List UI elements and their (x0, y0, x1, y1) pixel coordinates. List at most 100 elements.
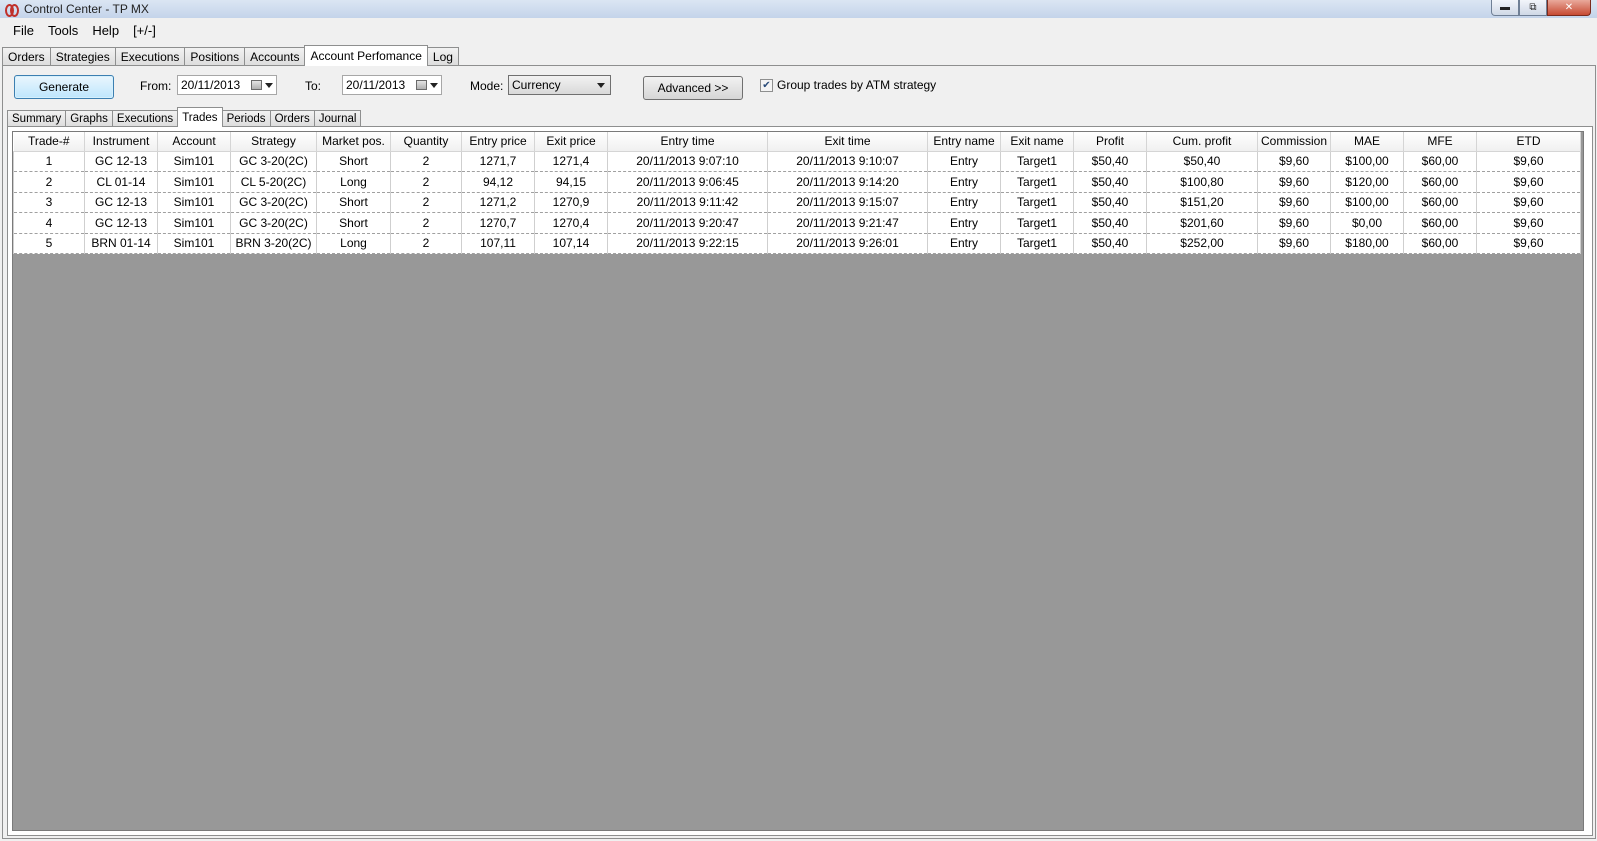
cell-account: Sim101 (157, 151, 231, 172)
cell-mae: $120,00 (1330, 171, 1404, 193)
cell-entry-time: 20/11/2013 9:20:47 (607, 212, 768, 234)
column-header-exit-time[interactable]: Exit time (767, 132, 928, 152)
column-header-mae[interactable]: MAE (1330, 132, 1404, 152)
menu-expand-toggle[interactable]: [+/-] (126, 23, 163, 38)
from-date-picker[interactable]: 20/11/2013 (177, 75, 277, 95)
cell-strategy: BRN 3-20(2C) (230, 233, 317, 254)
tab-graphs[interactable]: Graphs (65, 110, 113, 127)
cell-entry-price: 1271,2 (461, 192, 535, 213)
cell-exit-price: 94,15 (534, 171, 608, 193)
tab-accounts[interactable]: Accounts (244, 47, 306, 66)
restore-icon[interactable]: ⧉ (1519, 0, 1547, 16)
column-header-commission[interactable]: Commission (1257, 132, 1331, 152)
cell-commission: $9,60 (1257, 233, 1331, 254)
mode-dropdown[interactable]: Currency (508, 75, 611, 95)
cell-exit-name: Target1 (1000, 151, 1074, 172)
column-header-etd[interactable]: ETD (1476, 132, 1581, 152)
tab-positions[interactable]: Positions (184, 47, 246, 66)
chevron-down-icon[interactable] (597, 83, 605, 88)
tab-executions[interactable]: Executions (114, 47, 186, 66)
tab-periods[interactable]: Periods (221, 110, 271, 127)
cell-etd: $9,60 (1476, 151, 1581, 172)
tab-orders[interactable]: Orders (2, 47, 51, 66)
mode-label: Mode: (470, 79, 504, 93)
menu-help[interactable]: Help (85, 23, 126, 38)
column-header-instrument[interactable]: Instrument (84, 132, 158, 152)
table-row[interactable]: 3 GC 12-13 Sim101 GC 3-20(2C) Short 2 1271,2 12… (13, 192, 1581, 213)
cell-entry-name: Entry (927, 151, 1001, 172)
chevron-down-icon[interactable] (430, 83, 438, 88)
group-trades-checkbox[interactable]: ✔ (760, 79, 773, 92)
cell-entry-name: Entry (927, 171, 1001, 193)
account-performance-panel: Generate From: 20/11/2013 To: 20/11/2013… (2, 65, 1596, 839)
advanced-button[interactable]: Advanced >> (643, 76, 743, 100)
title-bar: Control Center - TP MX ▬ ⧉ ✕ (0, 0, 1597, 18)
cell-exit-price: 1271,4 (534, 151, 608, 172)
tab-log[interactable]: Log (426, 47, 459, 66)
column-header-account[interactable]: Account (157, 132, 231, 152)
column-header-entry-name[interactable]: Entry name (927, 132, 1001, 152)
cell-entry-price: 107,11 (461, 233, 535, 254)
cell-entry-name: Entry (927, 192, 1001, 213)
from-label: From: (140, 79, 172, 93)
tab-strategies[interactable]: Strategies (49, 47, 116, 66)
trades-grid[interactable]: Trade-# Instrument Account Strategy Market p… (12, 131, 1584, 831)
cell-exit-time: 20/11/2013 9:26:01 (767, 233, 928, 254)
calendar-icon[interactable] (416, 80, 427, 90)
column-header-quantity[interactable]: Quantity (390, 132, 462, 152)
cell-market-pos: Short (316, 212, 391, 234)
column-header-cum-profit[interactable]: Cum. profit (1146, 132, 1258, 152)
column-header-entry-price[interactable]: Entry price (461, 132, 535, 152)
cell-entry-name: Entry (927, 233, 1001, 254)
to-date-value: 20/11/2013 (346, 78, 406, 92)
cell-entry-price: 1270,7 (461, 212, 535, 234)
cell-exit-time: 20/11/2013 9:10:07 (767, 151, 928, 172)
column-header-profit[interactable]: Profit (1073, 132, 1147, 152)
column-header-exit-name[interactable]: Exit name (1000, 132, 1074, 152)
cell-exit-name: Target1 (1000, 233, 1074, 254)
tab-executions[interactable]: Executions (111, 110, 179, 127)
column-header-mfe[interactable]: MFE (1403, 132, 1477, 152)
table-row[interactable]: 5 BRN 01-14 Sim101 BRN 3-20(2C) Long 2 107,11 1… (13, 233, 1581, 254)
cell-exit-time: 20/11/2013 9:14:20 (767, 171, 928, 193)
cell-exit-time: 20/11/2013 9:15:07 (767, 192, 928, 213)
window-title: Control Center - TP MX (24, 2, 149, 16)
trades-table: Trade-# Instrument Account Strategy Market p… (13, 132, 1581, 254)
cell-mae: $0,00 (1330, 212, 1404, 234)
to-date-picker[interactable]: 20/11/2013 (342, 75, 442, 95)
cell-instrument: GC 12-13 (84, 192, 158, 213)
cell-quantity: 2 (390, 151, 462, 172)
cell-mfe: $60,00 (1403, 151, 1477, 172)
cell-cum-profit: $100,80 (1146, 171, 1258, 193)
menu-tools[interactable]: Tools (41, 23, 85, 38)
column-header-exit-price[interactable]: Exit price (534, 132, 608, 152)
cell-cum-profit: $201,60 (1146, 212, 1258, 234)
table-row[interactable]: 2 CL 01-14 Sim101 CL 5-20(2C) Long 2 94,12 94,1… (13, 171, 1581, 193)
column-header-strategy[interactable]: Strategy (230, 132, 317, 152)
table-row[interactable]: 1 GC 12-13 Sim101 GC 3-20(2C) Short 2 1271,7 12… (13, 151, 1581, 172)
calendar-icon[interactable] (251, 80, 262, 90)
tab-account-perfomance[interactable]: Account Perfomance (304, 45, 428, 66)
chevron-down-icon[interactable] (265, 83, 273, 88)
cell-account: Sim101 (157, 171, 231, 193)
menu-file[interactable]: File (6, 23, 41, 38)
cell-mae: $100,00 (1330, 192, 1404, 213)
app-logo-icon (4, 2, 19, 17)
column-header-entry-time[interactable]: Entry time (607, 132, 768, 152)
generate-button[interactable]: Generate (14, 75, 114, 99)
cell-trade: 4 (13, 212, 85, 234)
close-icon[interactable]: ✕ (1547, 0, 1591, 16)
tab-summary[interactable]: Summary (7, 110, 67, 127)
group-trades-label: Group trades by ATM strategy (777, 78, 937, 92)
tab-journal[interactable]: Journal (313, 110, 362, 127)
tab-trades[interactable]: Trades (177, 107, 223, 127)
cell-profit: $50,40 (1073, 212, 1147, 234)
cell-quantity: 2 (390, 233, 462, 254)
table-row[interactable]: 4 GC 12-13 Sim101 GC 3-20(2C) Short 2 1270,7 12… (13, 212, 1581, 234)
tab-orders[interactable]: Orders (269, 110, 315, 127)
column-header-market-pos[interactable]: Market pos. (316, 132, 391, 152)
cell-exit-price: 1270,4 (534, 212, 608, 234)
cell-trade: 5 (13, 233, 85, 254)
minimize-icon[interactable]: ▬ (1491, 0, 1519, 16)
column-header-trade[interactable]: Trade-# (13, 132, 85, 152)
